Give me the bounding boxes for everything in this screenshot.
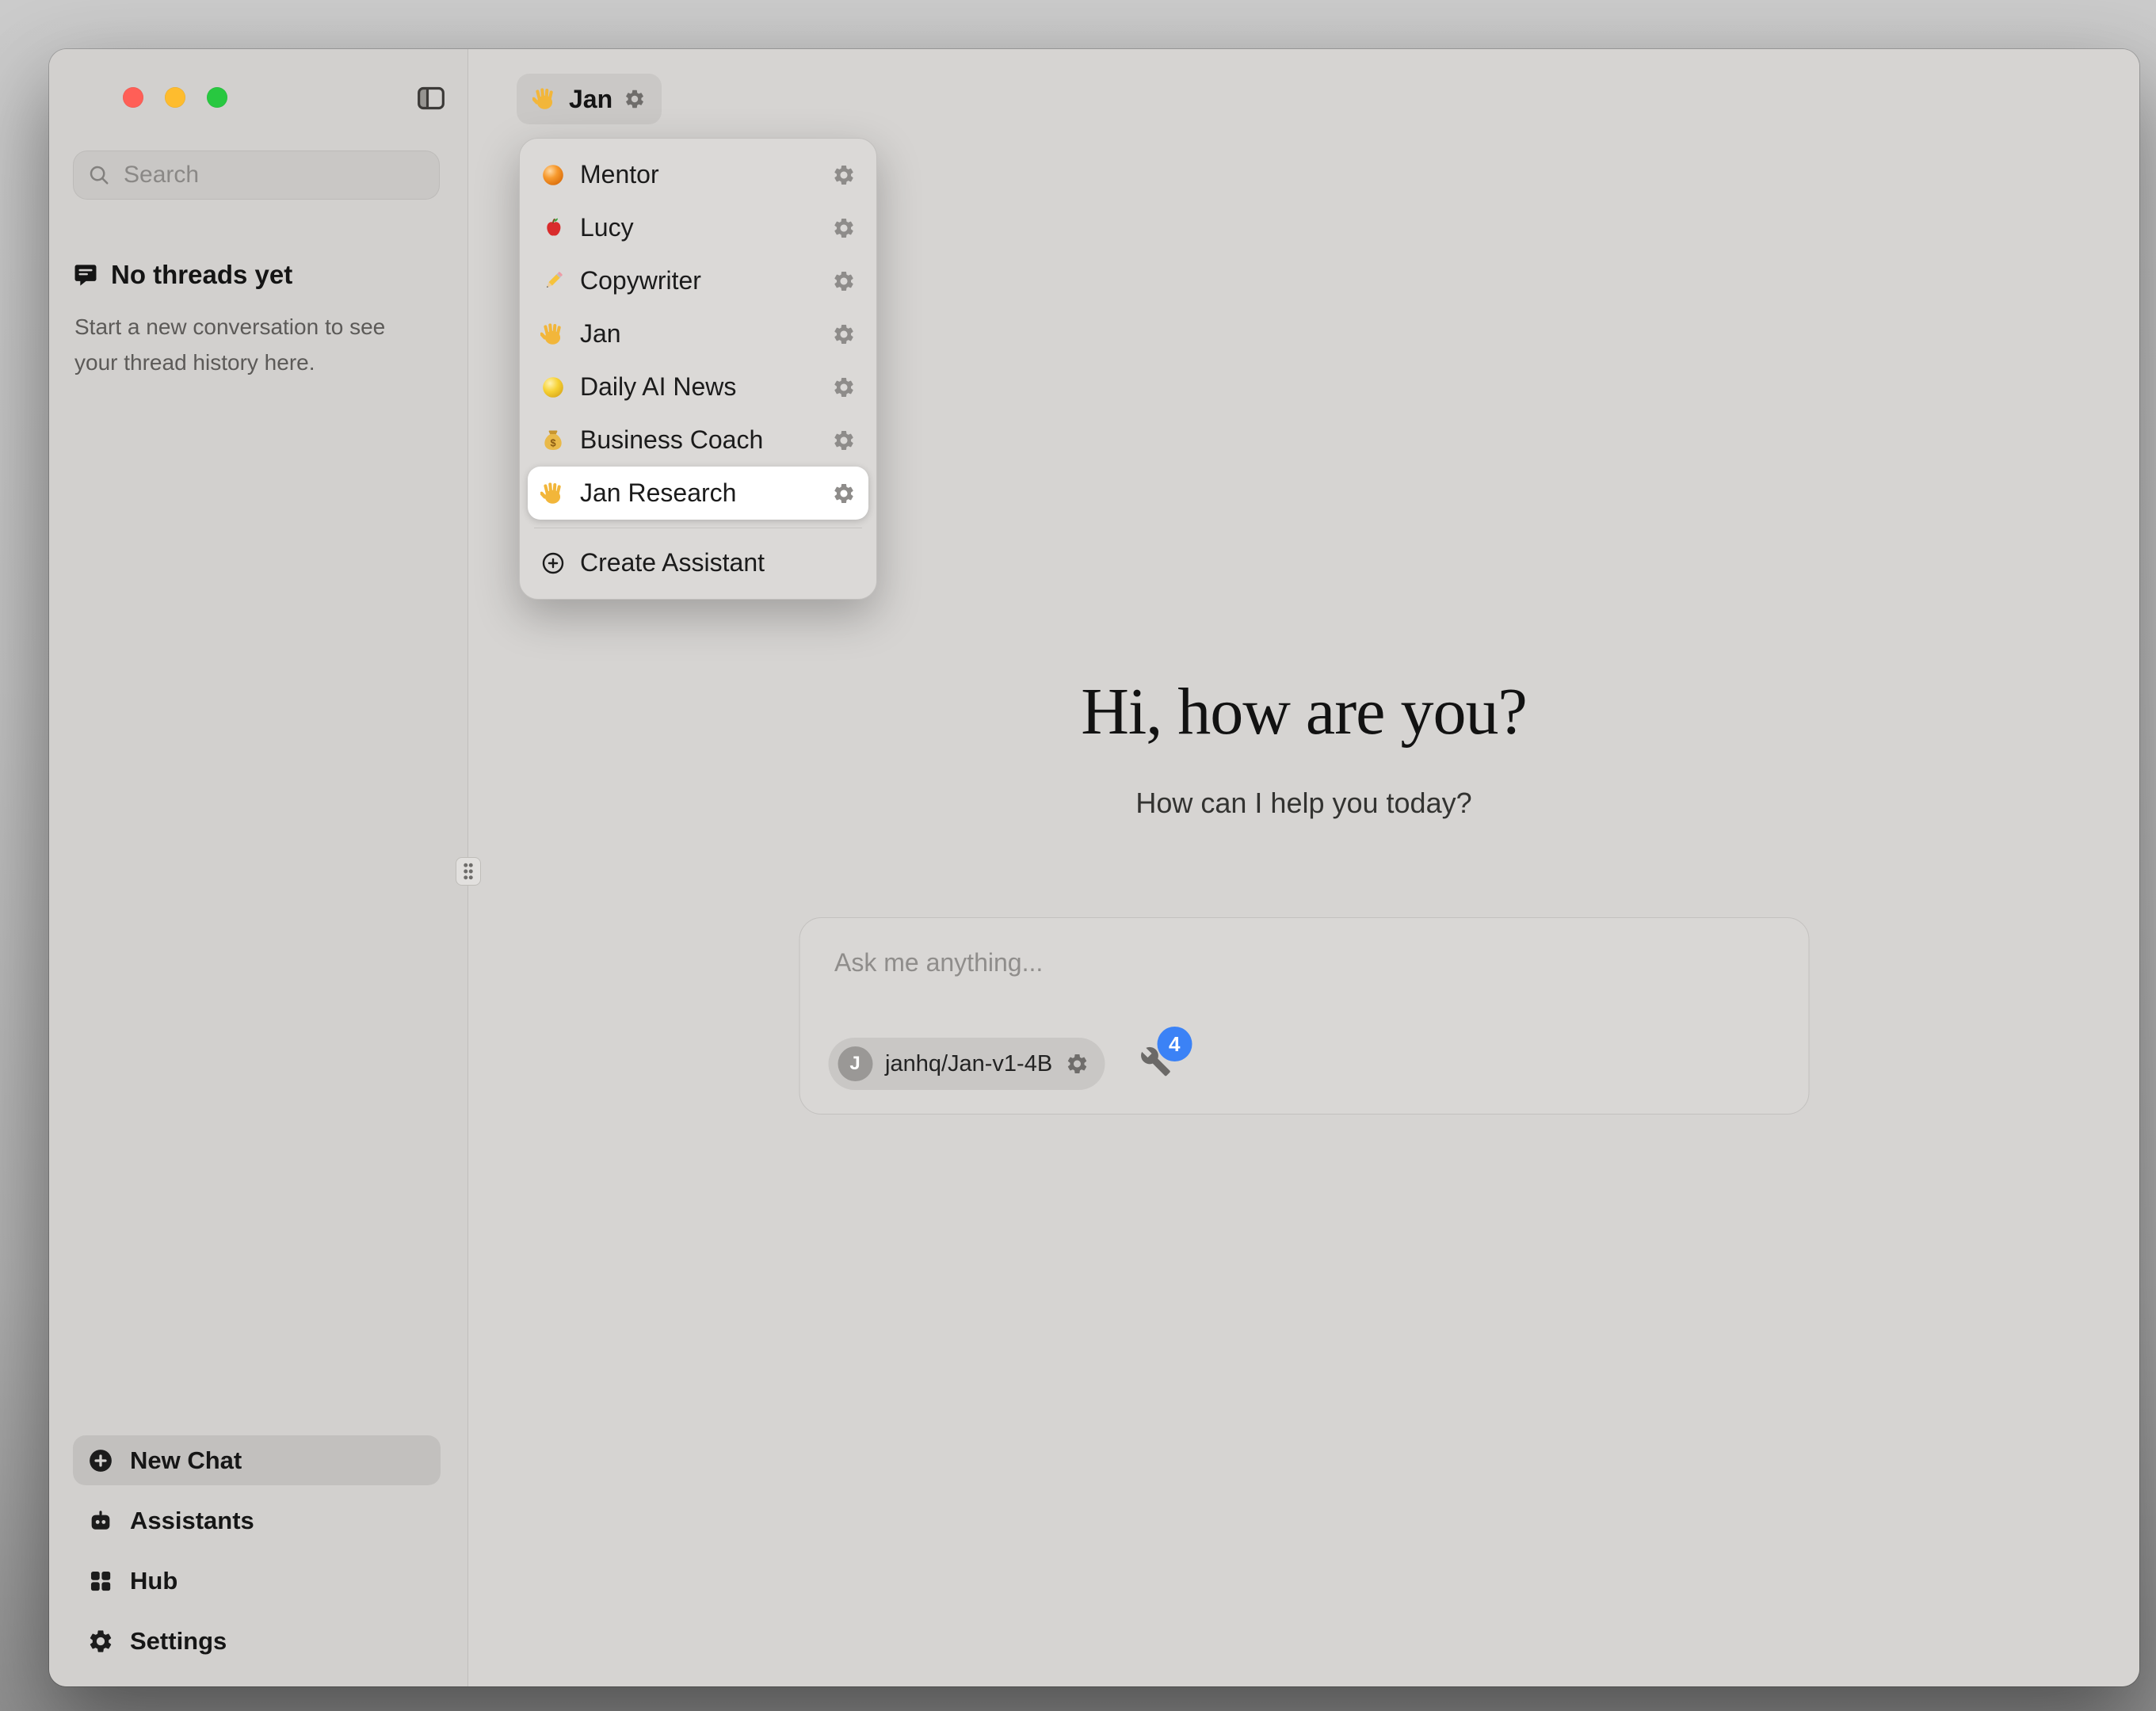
- create-assistant-button[interactable]: Create Assistant: [528, 536, 868, 589]
- close-window-button[interactable]: [123, 87, 143, 108]
- assistant-menu-item-jan-research[interactable]: Jan Research: [528, 467, 868, 520]
- sidebar-item-new-chat[interactable]: New Chat: [73, 1435, 441, 1485]
- sidebar-toggle-button[interactable]: [414, 81, 448, 116]
- apple-icon: [540, 215, 566, 241]
- chat-composer: J janhq/Jan-v1-4B 4: [799, 917, 1809, 1115]
- assistant-menu-item-label: Business Coach: [580, 425, 818, 455]
- assistant-settings-gear-icon[interactable]: [624, 88, 646, 110]
- orange-sphere-icon: [540, 162, 566, 188]
- greeting-title: Hi, how are you?: [468, 673, 2139, 750]
- assistant-menu-item-label: Jan: [580, 319, 818, 349]
- assistant-menu-item-daily-ai-news[interactable]: Daily AI News: [528, 360, 868, 413]
- assistant-menu-item-label: Jan Research: [580, 478, 818, 508]
- sidebar: No threads yet Start a new conversation …: [49, 49, 468, 1686]
- sidebar-item-settings[interactable]: Settings: [73, 1616, 441, 1666]
- gear-icon[interactable]: [832, 375, 856, 399]
- hub-grid-icon: [87, 1568, 114, 1595]
- chat-input[interactable]: [799, 918, 1808, 1037]
- assistant-menu-item-copywriter[interactable]: Copywriter: [528, 254, 868, 307]
- model-name-label: janhq/Jan-v1-4B: [885, 1051, 1052, 1077]
- gear-icon[interactable]: [832, 429, 856, 452]
- main-area: Jan Mentor Lucy Copywriter: [468, 49, 2139, 1686]
- sidebar-item-hub[interactable]: Hub: [73, 1556, 441, 1606]
- gear-icon[interactable]: [832, 163, 856, 187]
- waving-hand-icon: [532, 86, 558, 112]
- assistant-menu-item-label: Mentor: [580, 160, 818, 189]
- sidebar-toggle-icon: [415, 82, 447, 114]
- empty-threads-title: No threads yet: [111, 260, 292, 290]
- search-box[interactable]: [73, 151, 440, 200]
- tools-button[interactable]: 4: [1139, 1046, 1176, 1082]
- assistant-menu-item-label: Daily AI News: [580, 372, 818, 402]
- nav-item-label: Assistants: [130, 1507, 254, 1535]
- gear-icon[interactable]: [832, 482, 856, 505]
- assistant-menu-item-jan[interactable]: Jan: [528, 307, 868, 360]
- drag-dots-icon: [460, 861, 476, 882]
- composer-controls: J janhq/Jan-v1-4B 4: [828, 1038, 1176, 1090]
- current-assistant-label: Jan: [569, 85, 612, 114]
- search-input[interactable]: [122, 161, 431, 189]
- greeting-block: Hi, how are you? How can I help you toda…: [468, 673, 2139, 820]
- greeting-subtitle: How can I help you today?: [468, 787, 2139, 820]
- assistant-menu-item-label: Lucy: [580, 213, 818, 242]
- pencil-icon: [540, 269, 566, 294]
- nav-item-label: New Chat: [130, 1446, 242, 1475]
- gear-icon[interactable]: [832, 216, 856, 240]
- gear-icon: [87, 1628, 114, 1655]
- money-bag-icon: [540, 428, 566, 453]
- assistants-icon: [87, 1507, 114, 1534]
- yellow-sphere-icon: [540, 375, 566, 400]
- desktop-background: No threads yet Start a new conversation …: [0, 0, 2156, 1711]
- assistant-menu-item-label: Copywriter: [580, 266, 818, 295]
- waving-hand-icon: [540, 322, 566, 347]
- model-avatar: J: [838, 1046, 872, 1081]
- chat-bubble-icon: [73, 262, 98, 288]
- plus-circle-icon: [87, 1447, 114, 1474]
- assistant-menu: Mentor Lucy Copywriter Jan: [519, 138, 877, 600]
- tools-count-badge: 4: [1157, 1027, 1192, 1061]
- zoom-window-button[interactable]: [207, 87, 227, 108]
- sidebar-nav: New Chat Assistants Hub Settings: [73, 1435, 441, 1666]
- model-selector-button[interactable]: J janhq/Jan-v1-4B: [828, 1038, 1105, 1090]
- empty-threads-state: No threads yet Start a new conversation …: [73, 260, 429, 380]
- app-window: No threads yet Start a new conversation …: [49, 49, 2139, 1686]
- minimize-window-button[interactable]: [165, 87, 185, 108]
- gear-icon[interactable]: [832, 322, 856, 346]
- assistant-menu-item-business-coach[interactable]: Business Coach: [528, 413, 868, 467]
- waving-hand-icon: [540, 481, 566, 506]
- sidebar-resize-handle[interactable]: [456, 857, 481, 886]
- create-assistant-label: Create Assistant: [580, 548, 856, 577]
- assistant-menu-item-mentor[interactable]: Mentor: [528, 148, 868, 201]
- nav-item-label: Settings: [130, 1627, 227, 1656]
- gear-icon[interactable]: [832, 269, 856, 293]
- empty-threads-description: Start a new conversation to see your thr…: [74, 309, 429, 380]
- assistant-menu-item-lucy[interactable]: Lucy: [528, 201, 868, 254]
- nav-item-label: Hub: [130, 1567, 177, 1595]
- assistant-selector-button[interactable]: Jan: [517, 74, 662, 124]
- window-controls: [123, 87, 227, 108]
- plus-circle-outline-icon: [540, 551, 566, 576]
- model-settings-gear-icon[interactable]: [1065, 1052, 1089, 1076]
- search-icon: [87, 163, 111, 187]
- sidebar-item-assistants[interactable]: Assistants: [73, 1496, 441, 1545]
